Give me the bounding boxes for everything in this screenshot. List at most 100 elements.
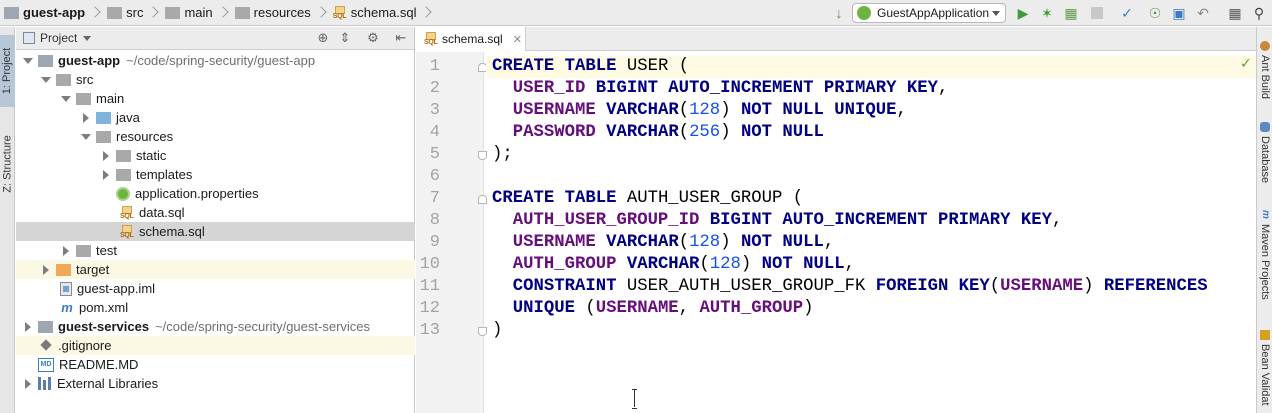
excluded-folder-icon xyxy=(56,263,71,276)
project-view-select[interactable]: Project xyxy=(40,31,77,45)
project-structure-icon[interactable]: ▦ xyxy=(1226,4,1244,22)
run-configuration-select[interactable]: GuestAppApplication xyxy=(852,3,1006,23)
code-token: AUTH_GROUP xyxy=(699,299,804,318)
tool-tab-database[interactable]: Database xyxy=(1257,122,1272,183)
chevron-right-icon[interactable] xyxy=(80,112,90,123)
project-panel-header: Project ⊕ ⇕ ⚙ ⇤ xyxy=(16,27,414,50)
tree-item-static[interactable]: static xyxy=(16,146,415,165)
tree-item-readme[interactable]: MD README.MD xyxy=(16,355,415,374)
code-line[interactable]: AUTH_USER_GROUP_ID BIGINT AUTO_INCREMENT… xyxy=(486,210,1256,232)
module-folder-icon xyxy=(38,54,53,67)
code-line[interactable]: CONSTRAINT USER_AUTH_USER_GROUP_FK FOREI… xyxy=(486,276,1256,298)
tool-tab-structure[interactable]: Z: Structure xyxy=(0,119,15,209)
breadcrumb-schema-sql[interactable]: SQL schema.sql xyxy=(329,0,435,26)
folder-icon xyxy=(76,92,91,105)
tree-item-gitignore[interactable]: .gitignore xyxy=(16,336,415,355)
chevron-down-icon[interactable] xyxy=(83,35,92,41)
sql-file-icon: SQL xyxy=(120,224,134,239)
gear-icon[interactable]: ⚙ xyxy=(366,30,380,45)
code-line[interactable]: UNIQUE (USERNAME, AUTH_GROUP) xyxy=(486,298,1256,320)
text-cursor-icon xyxy=(632,389,638,409)
spring-properties-icon xyxy=(116,186,130,201)
line-number: 7 xyxy=(429,189,440,208)
editor-area: SQL schema.sql ✕ 1 2 3 4 5 6 7 8 9 10 11… xyxy=(416,27,1256,413)
stop-icon[interactable] xyxy=(1088,4,1106,22)
code-line[interactable]: ) xyxy=(486,320,1256,342)
tree-item-templates[interactable]: templates xyxy=(16,165,415,184)
revert-icon[interactable]: ↶ xyxy=(1194,4,1212,22)
sql-file-icon: SQL xyxy=(424,32,438,46)
breadcrumb-src[interactable]: src xyxy=(103,0,161,26)
chevron-right-icon[interactable] xyxy=(100,169,110,180)
code-line[interactable]: USERNAME VARCHAR(128) NOT NULL, xyxy=(486,232,1256,254)
code-line[interactable]: CREATE TABLE USER ( xyxy=(486,56,1256,78)
vcs-compare-icon[interactable]: ▣ xyxy=(1170,4,1188,22)
chevron-down-icon[interactable] xyxy=(60,94,71,104)
chevron-right-icon[interactable] xyxy=(22,321,32,332)
tree-item-test[interactable]: test xyxy=(16,241,415,260)
tree-item-java[interactable]: java xyxy=(16,108,415,127)
tree-item-external-libraries[interactable]: External Libraries xyxy=(16,374,415,393)
hide-panel-icon[interactable]: ⇤ xyxy=(394,30,408,45)
editor-tab-schema-sql[interactable]: SQL schema.sql ✕ xyxy=(416,27,526,52)
search-everywhere-icon[interactable]: ⚲ xyxy=(1250,4,1268,22)
tree-item-target[interactable]: target xyxy=(16,260,415,279)
tree-item-label: README.MD xyxy=(59,357,139,372)
tree-item-guest-services[interactable]: guest-services ~/code/spring-security/gu… xyxy=(16,317,415,336)
code-line[interactable]: USERNAME VARCHAR(128) NOT NULL UNIQUE, xyxy=(486,100,1256,122)
chevron-down-icon[interactable] xyxy=(22,56,33,66)
debug-icon[interactable]: ✶ xyxy=(1038,4,1056,22)
breadcrumb-resources[interactable]: resources xyxy=(231,0,329,26)
tree-item-application-properties[interactable]: application.properties xyxy=(16,184,415,203)
run-icon[interactable]: ▶ xyxy=(1014,4,1032,22)
tree-item-label: main xyxy=(96,91,125,106)
chevron-right-icon[interactable] xyxy=(40,264,50,275)
chevron-down-icon[interactable] xyxy=(40,75,51,85)
tree-item-main[interactable]: main xyxy=(16,89,415,108)
code-line[interactable]: USER_ID BIGINT AUTO_INCREMENT PRIMARY KE… xyxy=(486,78,1256,100)
code-token: USERNAME xyxy=(1000,277,1084,296)
tree-item-guest-app-iml[interactable]: guest-app.iml xyxy=(16,279,415,298)
tree-item-schema-sql[interactable]: SQL schema.sql xyxy=(16,222,415,241)
code-token: USER_ID xyxy=(512,79,596,98)
code-line[interactable]: PASSWORD VARCHAR(256) NOT NULL xyxy=(486,122,1256,144)
code-token: VARCHAR xyxy=(606,233,679,252)
tree-item-resources[interactable]: resources xyxy=(16,127,415,146)
locate-icon[interactable]: ⊕ xyxy=(316,30,330,45)
tree-item-label: External Libraries xyxy=(57,376,159,391)
build-icon[interactable]: ↓ xyxy=(830,4,848,22)
code-line[interactable]: CREATE TABLE AUTH_USER_GROUP ( xyxy=(486,188,1256,210)
tool-tab-maven-projects[interactable]: m Maven Projects xyxy=(1257,210,1272,300)
chevron-right-icon[interactable] xyxy=(100,150,110,161)
code-token: , xyxy=(823,233,835,252)
code-text-area[interactable]: CREATE TABLE USER ( USER_ID BIGINT AUTO_… xyxy=(486,52,1256,413)
collapse-all-icon[interactable]: ⇕ xyxy=(338,30,352,45)
folder-icon xyxy=(107,6,123,19)
tool-tab-label: Z: Structure xyxy=(1,135,14,193)
code-line[interactable]: AUTH_GROUP VARCHAR(128) NOT NULL, xyxy=(486,254,1256,276)
tool-tab-project[interactable]: 1: Project xyxy=(0,35,15,107)
tree-item-pom-xml[interactable]: m pom.xml xyxy=(16,298,415,317)
breadcrumb-guest-app[interactable]: guest-app xyxy=(0,0,103,26)
code-line[interactable] xyxy=(486,166,1256,188)
coverage-icon[interactable]: ▦ xyxy=(1062,4,1080,22)
code-line[interactable]: ); xyxy=(486,144,1256,166)
tree-item-path: ~/code/spring-security/guest-services xyxy=(155,319,371,334)
tree-item-label: guest-app xyxy=(58,53,121,68)
tool-tab-bean-validation[interactable]: Bean Validat xyxy=(1257,330,1272,406)
breadcrumb-separator xyxy=(149,6,157,20)
chevron-right-icon[interactable] xyxy=(22,378,32,389)
tool-tab-ant-build[interactable]: Ant Build xyxy=(1257,41,1272,99)
vcs-commit-icon[interactable]: ☉ xyxy=(1146,4,1164,22)
close-icon[interactable]: ✕ xyxy=(513,33,522,46)
vcs-update-icon[interactable]: ✓ xyxy=(1118,4,1136,22)
tree-item-data-sql[interactable]: SQL data.sql xyxy=(16,203,415,222)
tree-item-src[interactable]: src xyxy=(16,70,415,89)
chevron-down-icon[interactable] xyxy=(80,132,91,142)
tree-item-guest-app[interactable]: guest-app ~/code/spring-security/guest-a… xyxy=(16,51,415,70)
breadcrumb-main[interactable]: main xyxy=(161,0,230,26)
chevron-right-icon[interactable] xyxy=(60,245,70,256)
